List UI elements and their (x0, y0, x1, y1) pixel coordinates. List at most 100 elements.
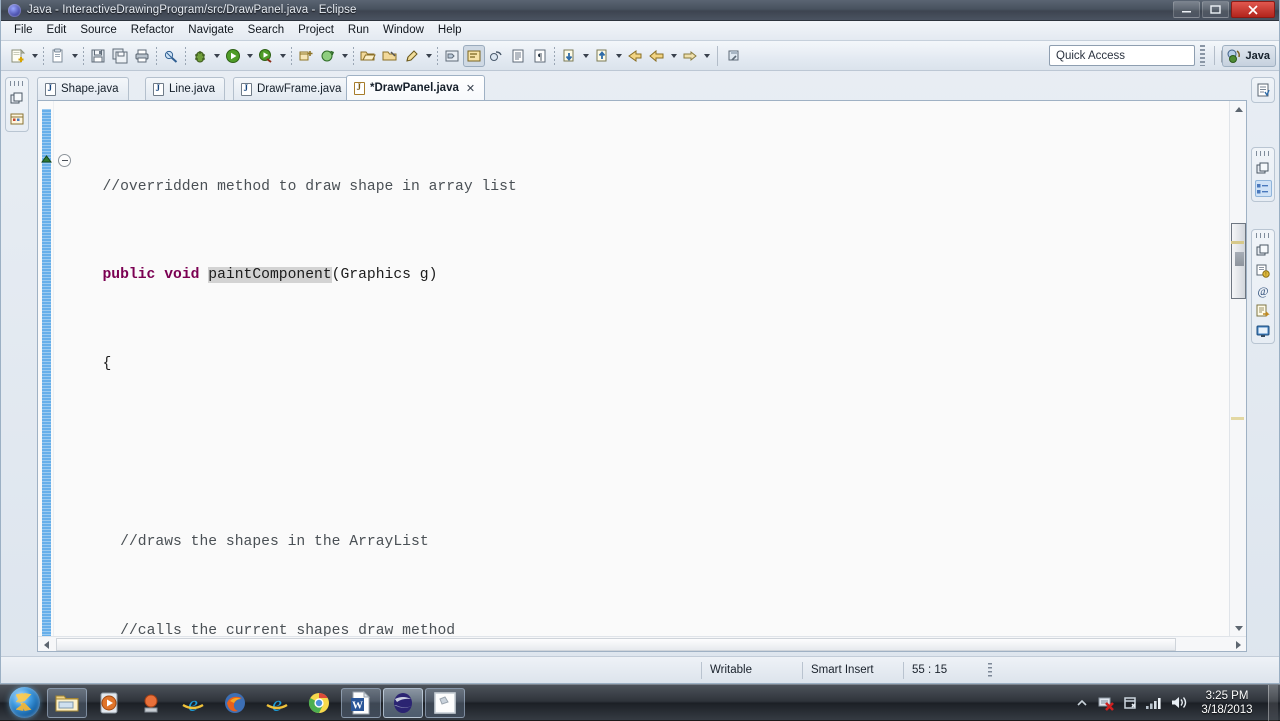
search-icon[interactable] (401, 45, 423, 67)
new-java-project-icon[interactable] (47, 45, 69, 67)
forward-dropdown[interactable] (701, 45, 712, 67)
menu-edit[interactable]: Edit (40, 22, 74, 39)
taskbar-mozilla-firefox[interactable] (215, 688, 255, 718)
back-icon[interactable] (646, 45, 668, 67)
network-signal-icon[interactable] (1144, 692, 1164, 714)
maximize-button[interactable] (1202, 1, 1229, 18)
taskbar-drawing-program[interactable] (425, 688, 465, 718)
taskbar-internet-explorer-2[interactable]: e (257, 688, 297, 718)
show-hidden-icons-button[interactable] (1072, 692, 1092, 714)
taskbar-google-chrome[interactable] (299, 688, 339, 718)
editor-tab-line[interactable]: Line.java (145, 77, 225, 100)
new-java-package-icon[interactable] (295, 45, 317, 67)
menu-run[interactable]: Run (341, 22, 376, 39)
menu-project[interactable]: Project (291, 22, 341, 39)
save-all-icon[interactable] (109, 45, 131, 67)
close-button[interactable] (1231, 1, 1275, 18)
folding-ruler[interactable] (54, 101, 76, 636)
open-resource-icon[interactable] (379, 45, 401, 67)
menu-window[interactable]: Window (376, 22, 431, 39)
previous-annotation-dropdown[interactable] (613, 45, 624, 67)
debug-dropdown[interactable] (211, 45, 222, 67)
menu-help[interactable]: Help (431, 22, 469, 39)
start-button[interactable] (2, 686, 46, 720)
menu-refactor[interactable]: Refactor (124, 22, 181, 39)
save-icon[interactable] (87, 45, 109, 67)
scrollbar-thumb[interactable] (56, 638, 1176, 651)
new-java-project-dropdown[interactable] (69, 45, 80, 67)
declaration-icon[interactable] (1255, 302, 1272, 319)
taskbar-eclipse[interactable] (383, 688, 423, 718)
package-explorer-icon[interactable] (9, 110, 26, 127)
forward-icon[interactable] (679, 45, 701, 67)
status-resize-grip[interactable] (988, 663, 992, 678)
network-error-icon[interactable] (1096, 692, 1116, 714)
toggle-mark-occurrences-icon[interactable] (160, 45, 182, 67)
new-java-class-icon[interactable] (317, 45, 339, 67)
scroll-up-icon[interactable] (1230, 101, 1247, 117)
show-desktop-button[interactable] (1268, 685, 1278, 721)
run-icon[interactable] (222, 45, 244, 67)
next-annotation-icon[interactable] (558, 45, 580, 67)
editor-tab-drawpanel[interactable]: *DrawPanel.java ✕ (346, 75, 485, 100)
quick-access-input[interactable]: Quick Access (1049, 45, 1195, 66)
close-icon[interactable]: ✕ (466, 82, 475, 95)
run-external-dropdown[interactable] (277, 45, 288, 67)
taskbar-internet-explorer[interactable]: e (173, 688, 213, 718)
scrollbar-thumb[interactable] (1231, 223, 1246, 299)
new-wizard-dropdown[interactable] (29, 45, 40, 67)
trim-grip[interactable] (1256, 151, 1270, 156)
menu-search[interactable]: Search (241, 22, 291, 39)
taskbar-windows-media-player[interactable] (89, 688, 129, 718)
editor-tab-shape[interactable]: Shape.java (37, 77, 129, 100)
pin-editor-icon[interactable] (723, 45, 745, 67)
new-wizard-icon[interactable] (7, 45, 29, 67)
toggle-block-selection-icon[interactable] (485, 45, 507, 67)
toggle-word-wrap-icon[interactable] (463, 45, 485, 67)
task-list-icon[interactable] (1255, 81, 1272, 98)
toggle-breadcrumb-icon[interactable] (441, 45, 463, 67)
annotation-ruler[interactable] (38, 101, 54, 636)
perspective-java-button[interactable]: Java (1222, 45, 1276, 67)
menu-source[interactable]: Source (73, 22, 123, 39)
open-type-icon[interactable] (357, 45, 379, 67)
console-icon[interactable] (1255, 322, 1272, 339)
editor-vertical-scrollbar[interactable] (1229, 101, 1246, 636)
restore-icon[interactable] (1255, 242, 1272, 259)
taskbar-microsoft-word[interactable]: W (341, 688, 381, 718)
run-dropdown[interactable] (244, 45, 255, 67)
scroll-down-icon[interactable] (1230, 620, 1247, 636)
restore-icon[interactable] (9, 90, 26, 107)
minimize-button[interactable] (1173, 1, 1200, 18)
editor-horizontal-scrollbar[interactable] (38, 636, 1246, 651)
trim-grip[interactable] (1256, 233, 1270, 238)
problems-icon[interactable]: ! (1255, 262, 1272, 279)
restore-icon[interactable] (1255, 160, 1272, 177)
java-editor[interactable]: //overridden method to draw shape in arr… (37, 100, 1247, 652)
taskbar-windows-explorer[interactable] (47, 688, 87, 718)
scroll-left-icon[interactable] (38, 637, 54, 652)
menu-navigate[interactable]: Navigate (181, 22, 240, 39)
toggle-pi-icon[interactable]: ¶ (529, 45, 551, 67)
menu-file[interactable]: File (7, 22, 40, 39)
toolbar-grip[interactable] (1200, 45, 1205, 66)
back-dropdown[interactable] (668, 45, 679, 67)
run-external-tools-icon[interactable] (255, 45, 277, 67)
editor-tab-drawframe[interactable]: DrawFrame.java (233, 77, 351, 100)
new-java-class-dropdown[interactable] (339, 45, 350, 67)
annotation-marker-icon[interactable] (41, 153, 52, 162)
code-text[interactable]: //overridden method to draw shape in arr… (76, 101, 1229, 636)
taskbar-clock[interactable]: 3:25 PM 3/18/2013 (1190, 689, 1264, 717)
trim-grip[interactable] (10, 81, 24, 86)
action-center-icon[interactable] (1120, 692, 1140, 714)
fold-collapse-icon[interactable] (58, 154, 71, 167)
previous-annotation-icon[interactable] (591, 45, 613, 67)
next-annotation-dropdown[interactable] (580, 45, 591, 67)
debug-icon[interactable] (189, 45, 211, 67)
outline-tree-icon[interactable] (1255, 180, 1272, 197)
scroll-right-icon[interactable] (1230, 637, 1246, 652)
javadoc-icon[interactable]: @ (1255, 282, 1272, 299)
volume-icon[interactable] (1168, 692, 1188, 714)
search-dropdown[interactable] (423, 45, 434, 67)
show-whitespace-icon[interactable] (507, 45, 529, 67)
